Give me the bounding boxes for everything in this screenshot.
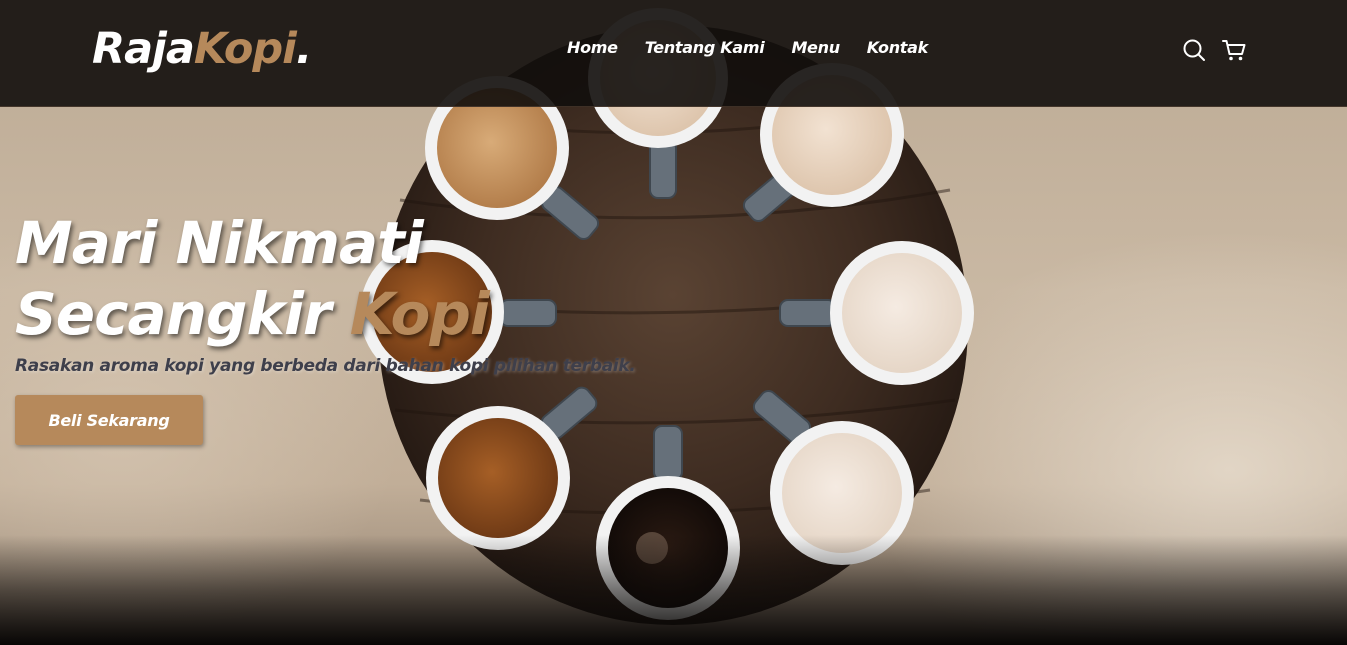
- hero-title-line2-accent: Kopi: [349, 280, 490, 348]
- navbar: RajaKopi. Home Tentang Kami Menu Kontak: [0, 0, 1347, 107]
- brand-logo[interactable]: RajaKopi.: [92, 24, 312, 74]
- logo-dot: .: [295, 24, 312, 74]
- nav-link-tentang-kami[interactable]: Tentang Kami: [645, 38, 765, 57]
- logo-main-text: Raja: [92, 24, 195, 74]
- hero-bottom-fade: [0, 535, 1347, 645]
- buy-now-button[interactable]: Beli Sekarang: [15, 395, 203, 445]
- hero-subtitle: Rasakan aroma kopi yang berbeda dari bah…: [15, 356, 636, 376]
- nav-link-kontak[interactable]: Kontak: [867, 38, 929, 57]
- search-icon[interactable]: [1181, 37, 1207, 63]
- hero-content: Mari Nikmati Secangkir Kopi Rasakan arom…: [15, 208, 636, 376]
- hero-title: Mari Nikmati Secangkir Kopi: [15, 208, 636, 350]
- hero-title-line1: Mari Nikmati: [15, 209, 424, 277]
- logo-accent-text: Kopi: [193, 24, 297, 74]
- nav-links: Home Tentang Kami Menu Kontak: [567, 38, 955, 57]
- hero-title-line2-main: Secangkir: [15, 280, 331, 348]
- nav-icons: [1181, 37, 1247, 63]
- shopping-cart-icon[interactable]: [1221, 37, 1247, 63]
- nav-link-menu[interactable]: Menu: [791, 38, 840, 57]
- nav-link-home[interactable]: Home: [567, 38, 618, 57]
